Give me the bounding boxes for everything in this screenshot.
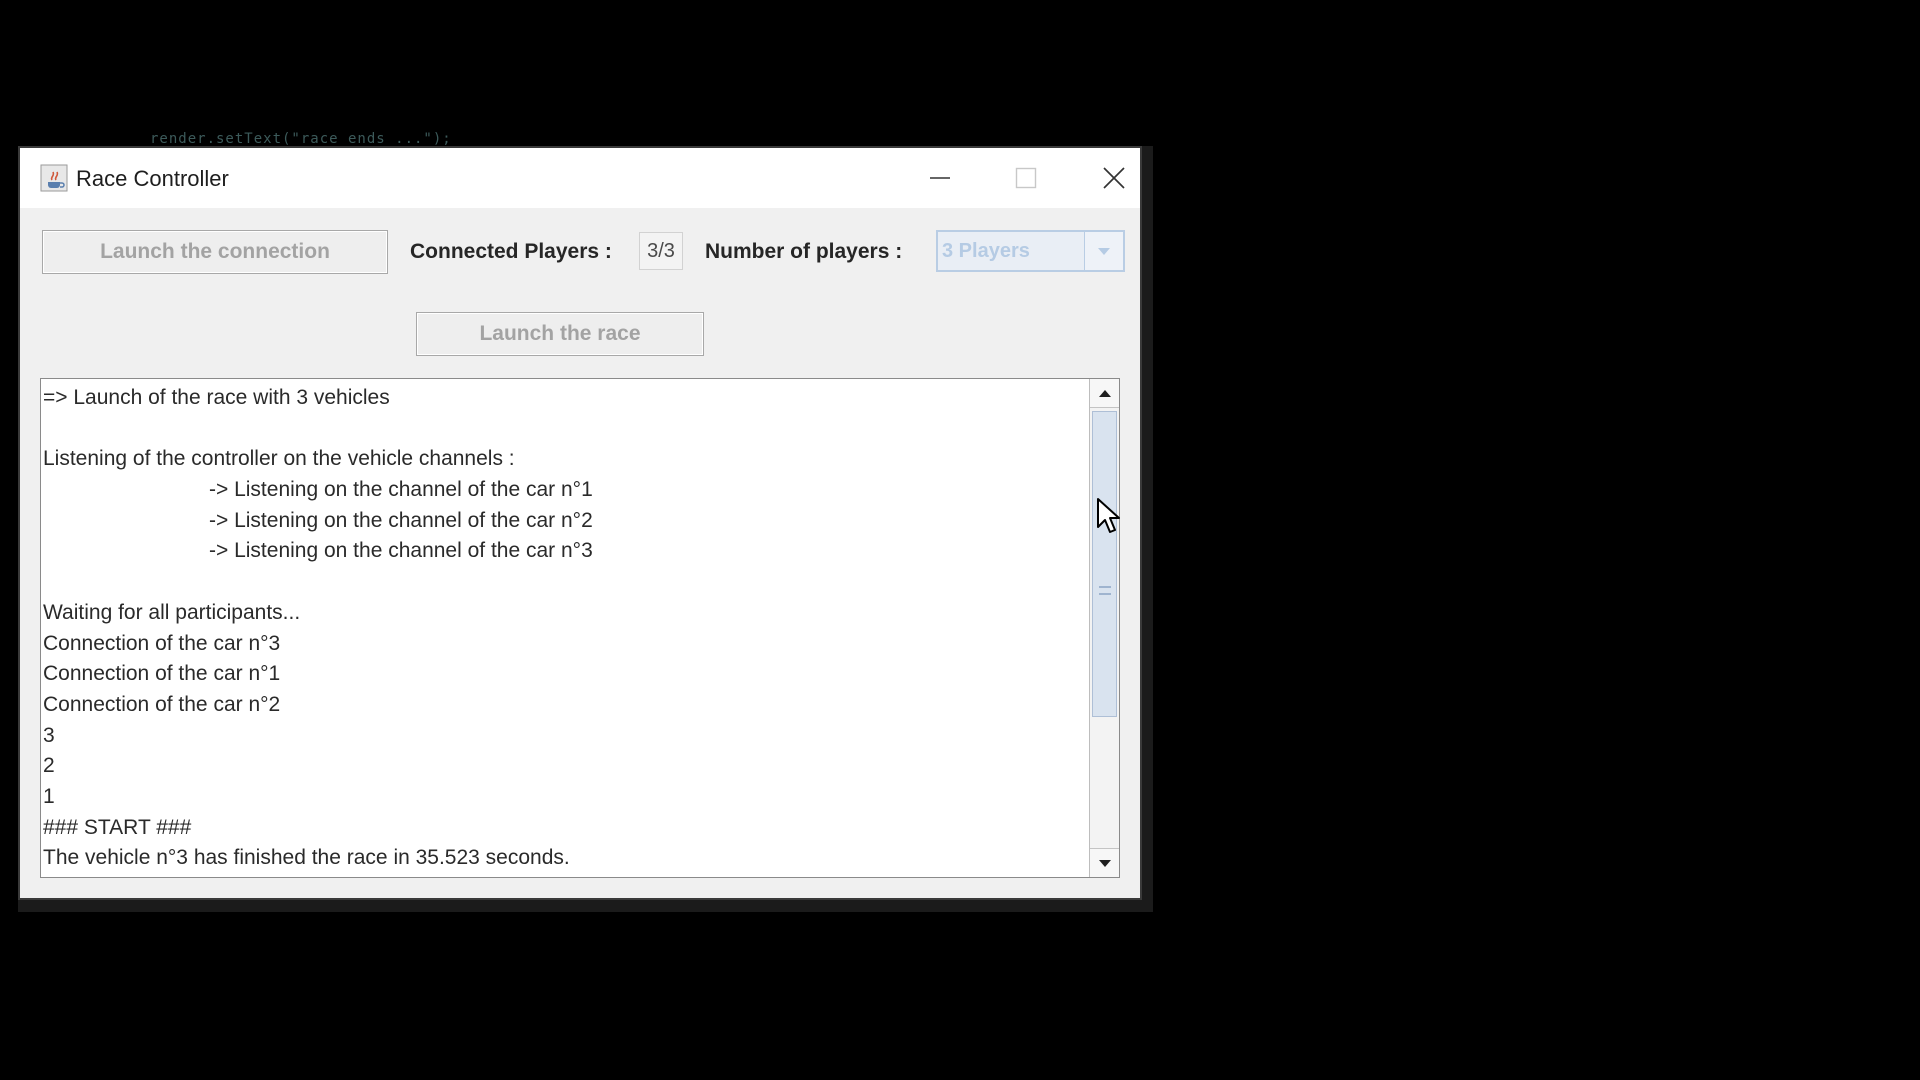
log-line: Connection of the car n°2 — [43, 692, 281, 716]
java-app-icon — [40, 164, 68, 192]
log-line: 1 — [43, 784, 55, 808]
log-line: Connection of the car n°1 — [43, 662, 281, 686]
number-of-players-select[interactable]: 3 Players — [936, 230, 1125, 272]
log-line: => Launch of the race with 3 vehicles — [43, 386, 390, 409]
connected-players-label: Connected Players : — [410, 240, 612, 263]
arrow-down-icon — [1098, 859, 1111, 867]
combo-dropdown-button[interactable] — [1084, 232, 1123, 270]
connected-players-value: 3/3 — [639, 232, 683, 270]
maximize-button[interactable] — [986, 148, 1066, 208]
log-line: -> Listening on the channel of the car n… — [209, 478, 593, 502]
launch-race-button[interactable]: Launch the race — [416, 312, 704, 356]
log-line: -> Listening on the channel of the car n… — [209, 508, 593, 532]
log-line: -> Listening on the channel of the car n… — [209, 539, 593, 563]
chevron-down-icon — [1098, 247, 1110, 255]
log-line: 2 — [43, 754, 55, 778]
scroll-up-button[interactable] — [1090, 379, 1119, 408]
minimize-button[interactable] — [900, 148, 980, 208]
background-code-fragment: render.setText("race ends ..."); — [150, 131, 452, 147]
title-bar[interactable]: Race Controller — [20, 148, 1140, 208]
scroll-down-button[interactable] — [1090, 848, 1119, 877]
race-log-lines: => Launch of the race with 3 vehicles Lis… — [43, 383, 1087, 874]
race-log-textarea[interactable]: => Launch of the race with 3 vehicles Lis… — [40, 378, 1120, 878]
log-line: Waiting for all participants... — [43, 600, 301, 624]
minimize-icon — [930, 177, 950, 179]
log-line: Connection of the car n°3 — [43, 631, 281, 655]
log-line: 3 — [43, 723, 55, 747]
log-line: ### START ### — [43, 815, 192, 839]
log-line: Listening of the controller on the vehic… — [43, 447, 515, 471]
log-line: The vehicle n°3 has finished the race in… — [43, 846, 570, 870]
window-title: Race Controller — [76, 166, 229, 191]
close-button[interactable] — [1074, 148, 1154, 208]
number-of-players-label: Number of players : — [705, 240, 903, 263]
maximize-icon — [1015, 167, 1037, 189]
launch-connection-button[interactable]: Launch the connection — [42, 230, 388, 274]
mouse-pointer-icon — [1097, 498, 1120, 533]
race-controller-window: Race Controller Launch the connection Co… — [18, 146, 1142, 900]
scrollbar-grip — [1099, 586, 1111, 595]
number-of-players-selected: 3 Players — [942, 240, 1030, 262]
log-scrollbar[interactable] — [1089, 379, 1119, 877]
close-icon — [1103, 167, 1125, 189]
arrow-up-icon — [1098, 389, 1111, 397]
scrollbar-thumb[interactable] — [1092, 411, 1117, 717]
